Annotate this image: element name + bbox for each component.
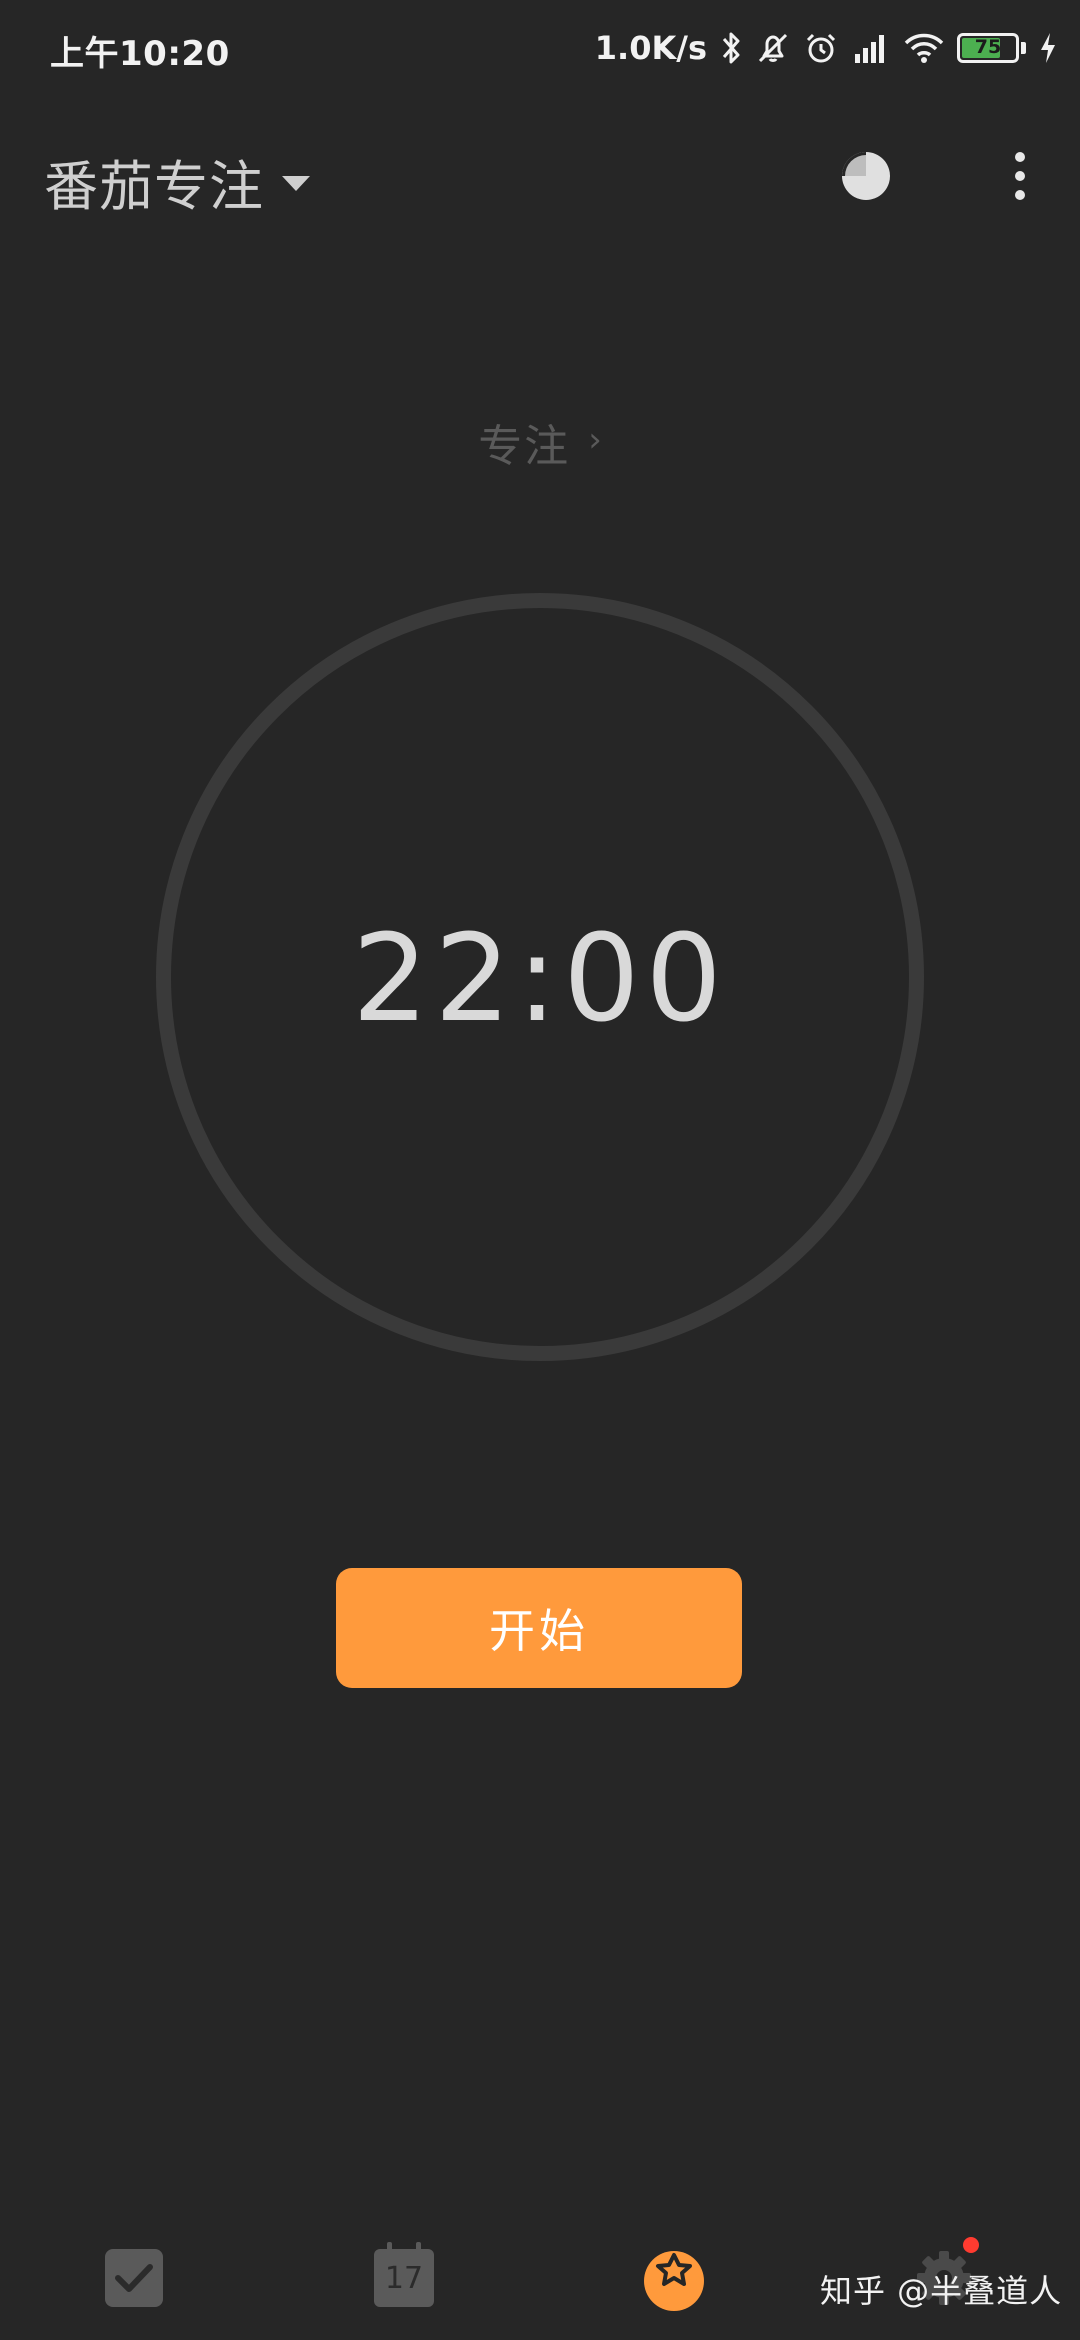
more-vertical-icon bbox=[1015, 152, 1025, 162]
chevron-right-icon: › bbox=[588, 420, 602, 460]
signal-icon bbox=[851, 30, 891, 66]
status-icons: 1.0K/s 75 bbox=[595, 22, 1058, 74]
page-title: 番茄专注 bbox=[44, 155, 264, 218]
pomodoro-icon bbox=[644, 2251, 704, 2311]
network-speed: 1.0K/s bbox=[594, 29, 707, 67]
nav-calendar[interactable]: 17 bbox=[368, 2242, 440, 2314]
wifi-icon bbox=[903, 30, 945, 66]
alarm-icon bbox=[803, 30, 839, 66]
bluetooth-icon bbox=[721, 30, 743, 66]
charging-icon bbox=[1038, 31, 1058, 65]
app-bar: 番茄专注 bbox=[0, 126, 1080, 226]
nav-pomodoro[interactable] bbox=[638, 2242, 710, 2314]
battery-level: 75 bbox=[974, 36, 1002, 58]
pie-chart-icon bbox=[842, 152, 890, 200]
status-time: 上午10:20 bbox=[50, 34, 230, 74]
checkbox-icon bbox=[105, 2249, 163, 2307]
settings-badge bbox=[963, 2237, 979, 2253]
nav-tasks[interactable] bbox=[98, 2242, 170, 2314]
battery-icon: 75 bbox=[957, 33, 1019, 63]
mute-icon bbox=[755, 30, 791, 66]
calendar-day: 17 bbox=[384, 2261, 424, 2296]
battery-cap bbox=[1021, 42, 1026, 54]
calendar-icon: 17 bbox=[374, 2242, 434, 2307]
statistics-button[interactable] bbox=[834, 144, 898, 208]
caret-down-icon bbox=[282, 176, 310, 191]
focus-mode-label: 专注 bbox=[478, 421, 571, 472]
watermark: 知乎 @半叠道人 bbox=[820, 2272, 1063, 2310]
focus-mode-selector[interactable]: 专注 › bbox=[0, 410, 1080, 474]
title-dropdown[interactable]: 番茄专注 bbox=[44, 142, 310, 221]
more-options-button[interactable] bbox=[1000, 144, 1040, 208]
start-button-label: 开始 bbox=[489, 1604, 589, 1658]
timer-display: 22:00 bbox=[352, 910, 728, 1049]
start-button[interactable]: 开始 bbox=[336, 1568, 742, 1688]
status-bar: 上午10:20 1.0K/s 75 bbox=[0, 0, 1080, 96]
